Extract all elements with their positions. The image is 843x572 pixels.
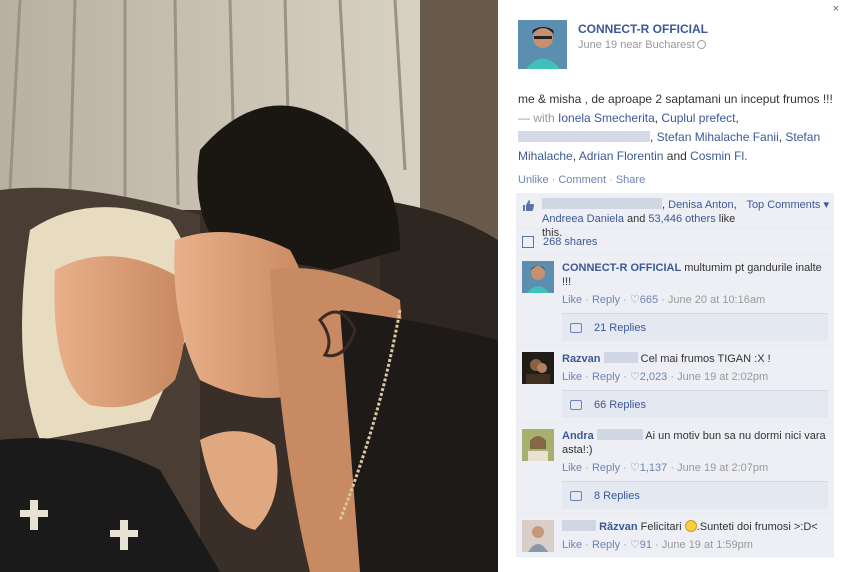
redacted-name xyxy=(542,198,662,209)
post-header: CONNECT-R OFFICIAL June 19 near Buchares… xyxy=(518,20,708,69)
commenter-name[interactable]: Razvan xyxy=(562,353,601,365)
comment-like-count[interactable]: ♡1,137 xyxy=(630,462,667,474)
likes-text: , Denisa Anton, Andreea Daniela and 53,4… xyxy=(542,198,737,239)
tag-cosmin[interactable]: Cosmin Fl. xyxy=(690,149,747,163)
replies-count[interactable]: 66 Replies xyxy=(594,399,646,411)
redacted-name xyxy=(603,352,638,363)
likes-summary: , Denisa Anton, Andreea Daniela and 53,4… xyxy=(516,193,834,239)
tag-stefan-fanii[interactable]: Stefan Mihalache Fanii xyxy=(657,130,779,144)
comment-time[interactable]: June 19 at 2:02pm xyxy=(677,371,768,383)
comment-reply-link[interactable]: Reply xyxy=(592,371,620,383)
comment-item: Răzvan Felicitari .Sunteti doi frumosi >… xyxy=(516,514,834,557)
post-side-panel: × CONNECT-R OFFICIAL June 19 near Buchar… xyxy=(498,0,843,572)
commenter-avatar[interactable] xyxy=(522,429,554,461)
comment-reply-link[interactable]: Reply xyxy=(592,294,620,306)
top-comments-dropdown[interactable]: Top Comments ▾ xyxy=(746,198,829,211)
commenter-name[interactable]: Andra xyxy=(562,430,594,442)
comment-time[interactable]: June 19 at 1:59pm xyxy=(662,539,753,551)
post-actions: Unlike · Comment · Share xyxy=(518,174,646,186)
unlike-link[interactable]: Unlike xyxy=(518,174,549,186)
like-thumb-icon xyxy=(522,199,536,212)
share-link[interactable]: Share xyxy=(616,174,645,186)
redacted-name xyxy=(518,131,650,142)
commenter-avatar-image xyxy=(522,352,554,384)
tag-ionela[interactable]: Ionela Smecherita xyxy=(558,111,655,125)
liker-name-1[interactable]: Denisa Anton xyxy=(668,199,733,211)
reply-icon xyxy=(570,322,582,333)
photo-image xyxy=(0,0,498,572)
replies-count[interactable]: 8 Replies xyxy=(594,490,640,502)
comment-meta: Like · Reply · ♡665 · June 20 at 10:16am xyxy=(562,294,766,306)
like-icon: ♡ xyxy=(629,539,640,551)
reply-icon xyxy=(570,490,582,501)
comment-meta: Like · Reply · ♡91 · June 19 at 1:59pm xyxy=(562,539,753,551)
tag-cuplul[interactable]: Cuplul prefect xyxy=(661,111,735,125)
likers-others[interactable]: 53,446 others xyxy=(648,213,715,225)
liker-name-2[interactable]: Andreea Daniela xyxy=(542,213,624,225)
redacted-name xyxy=(596,429,643,440)
frown-emoji-icon xyxy=(684,520,697,532)
commenter-avatar[interactable] xyxy=(522,261,554,293)
author-avatar[interactable] xyxy=(518,20,567,69)
shares-row[interactable]: 268 shares xyxy=(516,229,834,255)
commenter-name[interactable]: CONNECT-R OFFICIAL xyxy=(562,262,681,274)
comment-meta: Like · Reply · ♡2,023 · June 19 at 2:02p… xyxy=(562,371,769,383)
comment-item: Razvan Cel mai frumos TIGAN :X ! Like · … xyxy=(516,346,834,423)
author-avatar-image xyxy=(518,20,567,69)
with-label: — with xyxy=(518,111,559,125)
comment-reply-link[interactable]: Reply xyxy=(592,539,620,551)
comment-like-link[interactable]: Like xyxy=(562,371,582,383)
comment-like-link[interactable]: Like xyxy=(562,294,582,306)
replies-link[interactable]: 8 Replies xyxy=(562,481,828,509)
comment-time[interactable]: June 19 at 2:07pm xyxy=(677,462,768,474)
comment-link[interactable]: Comment xyxy=(558,174,606,186)
post-text: me & misha , de aproape 2 saptamani un i… xyxy=(518,92,833,163)
commenter-avatar[interactable] xyxy=(522,520,554,552)
commenter-avatar-image xyxy=(522,261,554,293)
commenter-avatar[interactable] xyxy=(522,352,554,384)
comment-item: CONNECT-R OFFICIAL multumim pt gandurile… xyxy=(516,255,834,346)
comment-like-link[interactable]: Like xyxy=(562,539,582,551)
reply-icon xyxy=(570,399,582,410)
author-name[interactable]: CONNECT-R OFFICIAL xyxy=(578,21,708,38)
comment-time[interactable]: June 20 at 10:16am xyxy=(668,294,765,306)
redacted-name xyxy=(562,520,596,531)
comment-reply-link[interactable]: Reply xyxy=(592,462,620,474)
replies-link[interactable]: 21 Replies xyxy=(562,313,828,341)
close-icon[interactable]: × xyxy=(833,3,839,15)
comment-text: Cel mai frumos TIGAN :X ! xyxy=(640,353,771,365)
comment-like-count[interactable]: ♡2,023 xyxy=(630,371,667,383)
tag-adrian[interactable]: Adrian Florentin xyxy=(579,149,664,163)
share-icon xyxy=(522,236,534,248)
like-icon: ♡ xyxy=(629,462,640,474)
comment-like-count[interactable]: ♡665 xyxy=(630,294,658,306)
comment-like-link[interactable]: Like xyxy=(562,462,582,474)
replies-link[interactable]: 66 Replies xyxy=(562,390,828,418)
commenter-name[interactable]: Răzvan xyxy=(599,521,638,533)
comment-meta: Like · Reply · ♡1,137 · June 19 at 2:07p… xyxy=(562,462,769,474)
like-icon: ♡ xyxy=(629,294,640,306)
globe-icon xyxy=(696,40,706,49)
commenter-avatar-image xyxy=(522,429,554,461)
like-icon: ♡ xyxy=(629,371,640,383)
post-message: me & misha , de aproape 2 saptamani un i… xyxy=(518,92,833,106)
post-meta: June 19 near Bucharest xyxy=(578,38,708,52)
commenter-avatar-image xyxy=(522,520,554,552)
post-time-location[interactable]: June 19 near Bucharest xyxy=(578,39,695,51)
comment-like-count[interactable]: ♡91 xyxy=(630,539,652,551)
replies-count[interactable]: 21 Replies xyxy=(594,322,646,334)
feedback-box: , Denisa Anton, Andreea Daniela and 53,4… xyxy=(516,193,834,557)
post-photo[interactable] xyxy=(0,0,498,572)
comment-item: Andra Ai un motiv bun sa nu dormi nici v… xyxy=(516,423,834,514)
